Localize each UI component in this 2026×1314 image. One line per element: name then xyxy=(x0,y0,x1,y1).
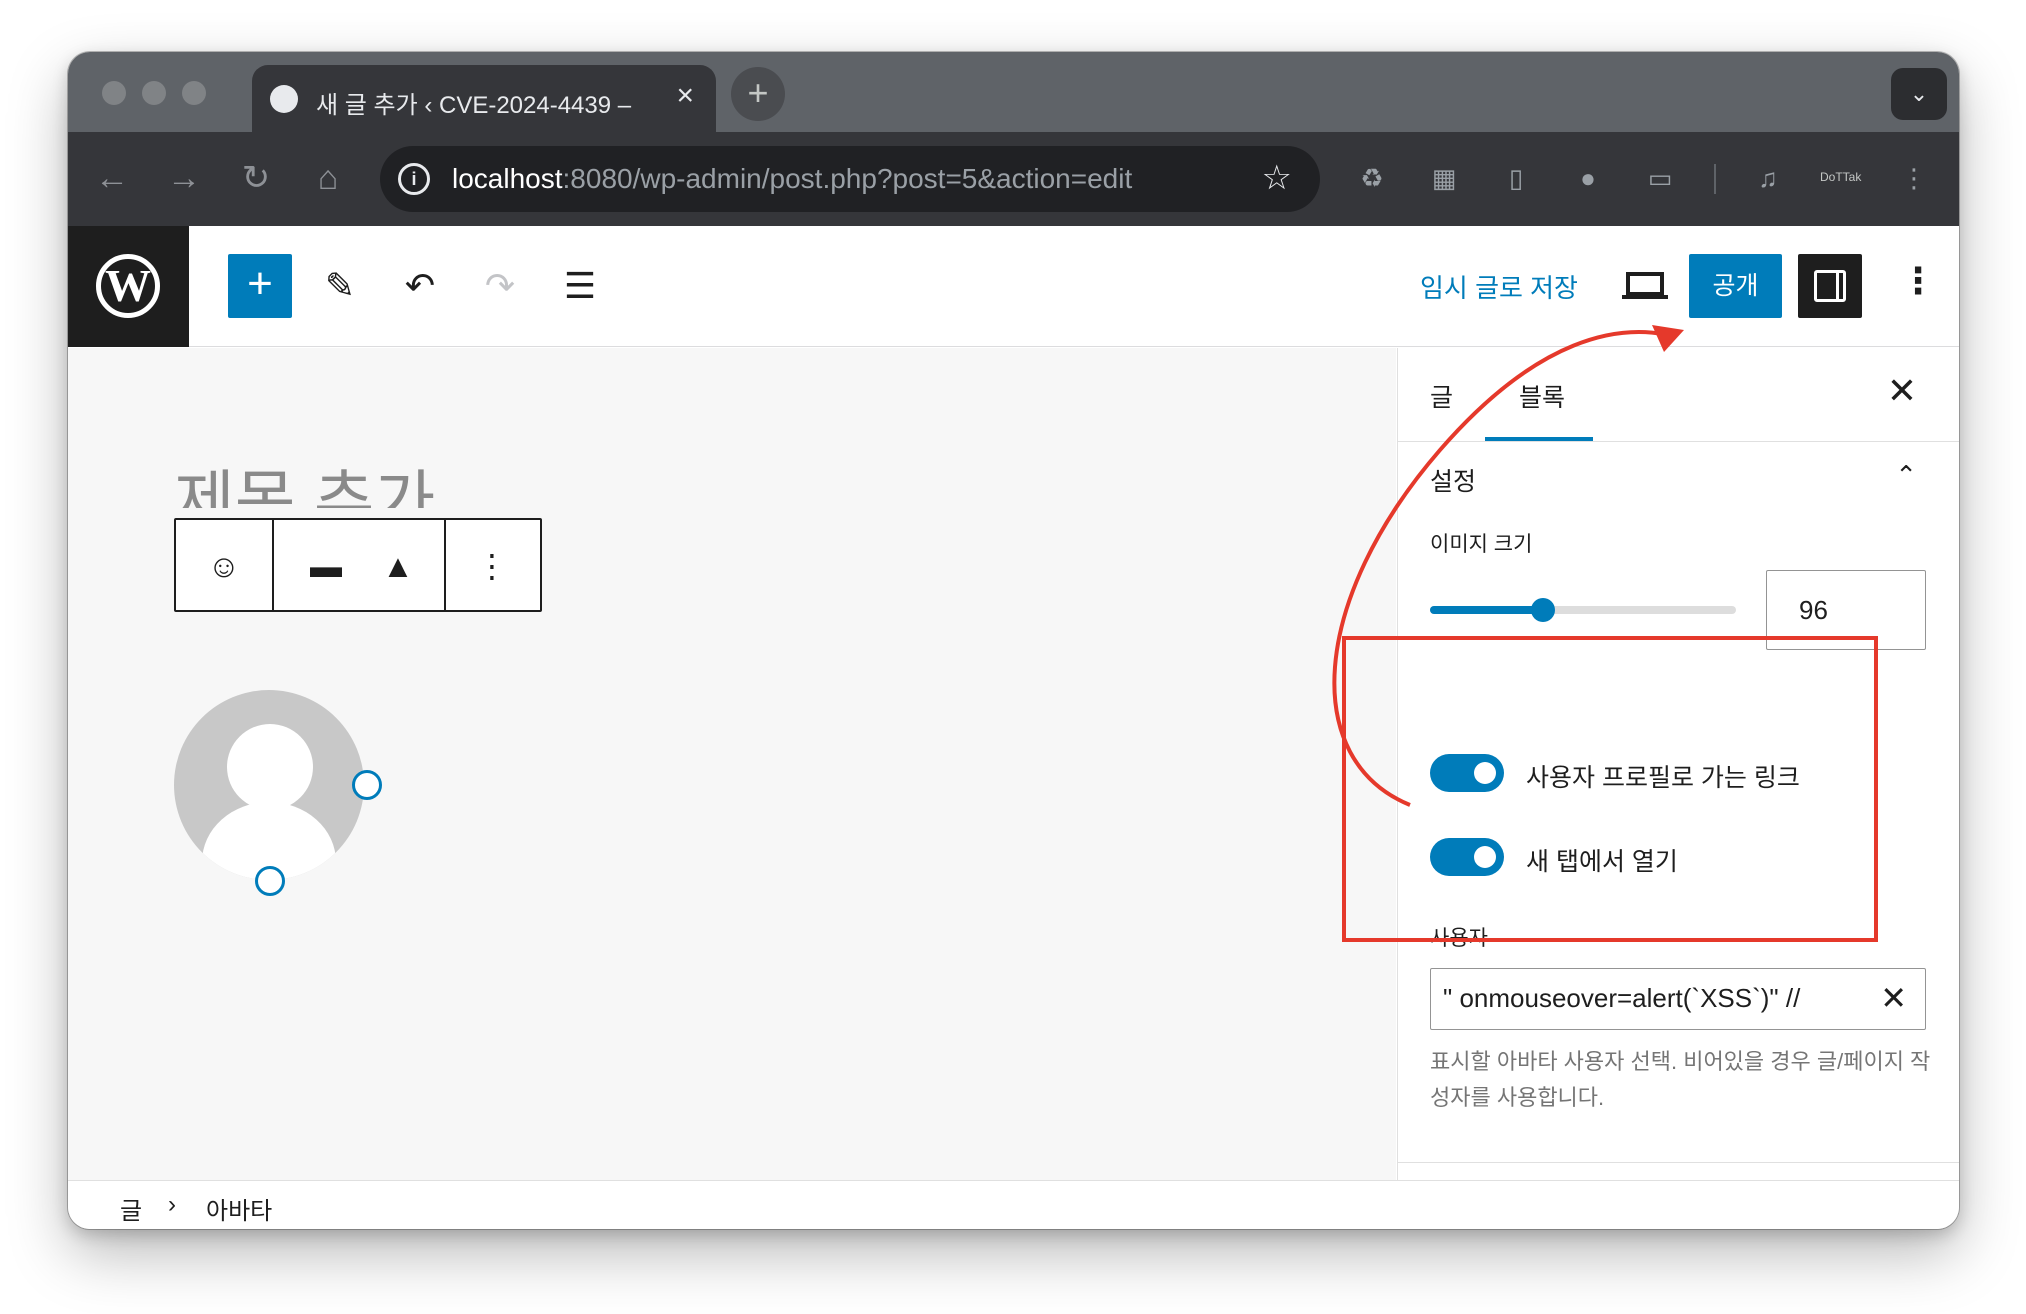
chevron-up-icon[interactable]: ⌃ xyxy=(1895,460,1917,491)
site-info-icon[interactable]: i xyxy=(398,163,430,195)
cookie-extension-icon[interactable]: ● xyxy=(1570,160,1606,196)
minimize-window-button[interactable] xyxy=(142,81,166,105)
styles-icon[interactable]: ▲ xyxy=(372,540,424,592)
laptop-icon xyxy=(1622,272,1668,299)
url-path: :8080/wp-admin/post.php?post=5&action=ed… xyxy=(562,163,1133,194)
close-sidebar-icon[interactable]: ✕ xyxy=(1887,370,1917,412)
browser-tab-active[interactable]: 새 글 추가 ‹ CVE-2024-4439 – × xyxy=(252,65,716,132)
device-extension-icon[interactable]: ▯ xyxy=(1498,160,1534,196)
redo-icon[interactable]: ↷ xyxy=(474,260,526,312)
url-text[interactable]: localhost:8080/wp-admin/post.php?post=5&… xyxy=(452,163,1132,195)
media-controls-icon[interactable]: ♫ xyxy=(1750,160,1786,196)
align-icon[interactable]: ▬ xyxy=(300,540,352,592)
add-block-button[interactable]: + xyxy=(228,254,292,318)
address-bar[interactable]: i localhost:8080/wp-admin/post.php?post=… xyxy=(380,146,1320,212)
wordpress-logo-button[interactable]: W xyxy=(68,226,189,347)
document-overview-icon[interactable]: ☰ xyxy=(554,260,606,312)
block-alignment-group: ▬ ▲ xyxy=(274,520,446,610)
preview-button[interactable] xyxy=(1618,260,1672,312)
avatar-block-icon[interactable]: ☺ xyxy=(198,540,250,592)
forward-icon[interactable]: → xyxy=(160,154,208,202)
editor-header: W + ✎ ↶ ↷ ☰ 임시 글로 저장 공개 ⋮ xyxy=(68,226,1959,347)
new-tab-button[interactable]: + xyxy=(731,67,785,121)
settings-panel-title[interactable]: 설정 xyxy=(1430,462,1476,498)
tab-close-button[interactable]: × xyxy=(676,79,694,113)
puzzle-extensions-icon[interactable]: ▭ xyxy=(1642,160,1678,196)
user-input-value[interactable]: " onmouseover=alert(`XSS`)" // xyxy=(1443,983,1863,1014)
avatar-image[interactable] xyxy=(174,690,364,880)
wordpress-logo-icon: W xyxy=(96,254,160,318)
bookmark-star-icon[interactable]: ☆ xyxy=(1262,158,1292,198)
browser-menu-icon[interactable]: ⋮ xyxy=(1896,160,1932,196)
editor-canvas[interactable]: 제목 추가 ☺ ▬ ▲ ⋮ xyxy=(68,348,1396,1180)
block-toolbar: ☺ ▬ ▲ ⋮ xyxy=(174,518,542,612)
sidebar-icon xyxy=(1814,270,1846,302)
reload-icon[interactable]: ↻ xyxy=(232,154,280,202)
edit-pencil-icon[interactable]: ✎ xyxy=(314,260,366,312)
breadcrumb-separator: › xyxy=(168,1191,176,1218)
resize-handle-right[interactable] xyxy=(352,770,382,800)
sidebar-tabs: 글 블록 ✕ xyxy=(1398,348,1959,442)
avatar-head-shape xyxy=(227,724,313,810)
post-title[interactable]: 제목 추가 xyxy=(174,448,435,508)
tab-post[interactable]: 글 xyxy=(1430,378,1453,414)
tab-search-button[interactable]: ⌄ xyxy=(1891,68,1947,120)
maximize-window-button[interactable] xyxy=(182,81,206,105)
publish-button[interactable]: 공개 xyxy=(1689,254,1782,318)
home-icon[interactable]: ⌂ xyxy=(304,154,352,202)
panel-divider xyxy=(1398,1162,1959,1163)
close-window-button[interactable] xyxy=(102,81,126,105)
qr-code-extension-icon[interactable]: ▦ xyxy=(1426,160,1462,196)
breadcrumb-item-avatar[interactable]: 아바타 xyxy=(206,1191,272,1226)
image-size-slider[interactable] xyxy=(1430,598,1736,622)
tab-block[interactable]: 블록 xyxy=(1519,378,1565,414)
globe-icon xyxy=(270,85,298,113)
profile-extension-label[interactable]: DoTTak xyxy=(1820,170,1861,184)
annotation-highlight-box xyxy=(1342,636,1878,942)
slider-thumb[interactable] xyxy=(1531,598,1556,622)
resize-handle-bottom[interactable] xyxy=(255,866,285,896)
recycle-extension-icon[interactable]: ♻ xyxy=(1354,160,1390,196)
clear-icon[interactable]: ✕ xyxy=(1880,979,1907,1017)
options-menu-icon[interactable]: ⋮ xyxy=(1900,260,1936,302)
toolbar-divider xyxy=(1714,164,1716,194)
block-more-options-icon[interactable]: ⋮ xyxy=(466,540,518,592)
image-size-label: 이미지 크기 xyxy=(1430,533,1533,556)
browser-titlebar: 새 글 추가 ‹ CVE-2024-4439 – × + ⌄ xyxy=(68,52,1959,132)
block-type-group: ☺ xyxy=(176,520,274,610)
active-tab-indicator xyxy=(1485,437,1593,441)
user-help-text: 표시할 아바타 사용자 선택. 비어있을 경우 글/페이지 작성자를 사용합니다… xyxy=(1430,1049,1931,1110)
breadcrumb: 글 › 아바타 xyxy=(68,1180,1959,1229)
save-draft-button[interactable]: 임시 글로 저장 xyxy=(1420,268,1578,305)
back-icon[interactable]: ← xyxy=(88,154,136,202)
browser-toolbar: ← → ↻ ⌂ i localhost:8080/wp-admin/post.p… xyxy=(68,132,1959,226)
undo-icon[interactable]: ↶ xyxy=(394,260,446,312)
slider-fill xyxy=(1430,606,1544,614)
breadcrumb-item-post[interactable]: 글 xyxy=(120,1191,142,1226)
settings-sidebar-toggle[interactable] xyxy=(1798,254,1862,318)
tab-title: 새 글 추가 ‹ CVE-2024-4439 – xyxy=(316,92,632,119)
url-host: localhost xyxy=(452,163,563,194)
user-combobox[interactable]: " onmouseover=alert(`XSS`)" // ✕ xyxy=(1430,968,1926,1030)
